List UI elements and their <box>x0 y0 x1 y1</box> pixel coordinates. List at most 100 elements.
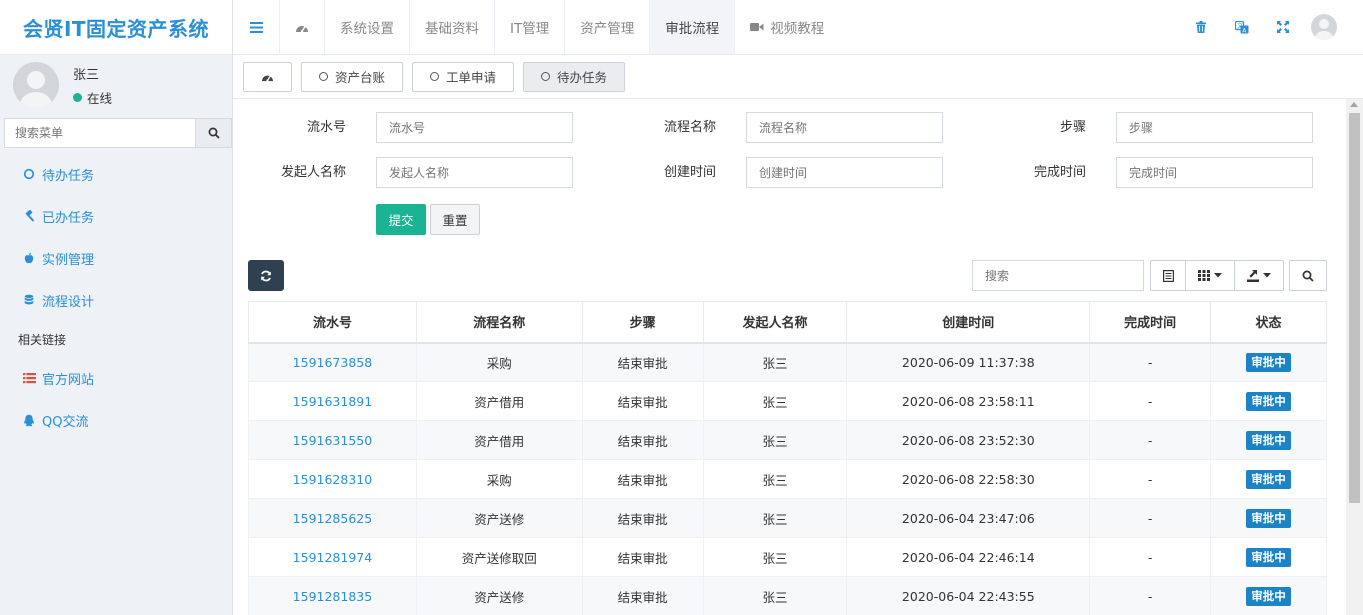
todo-table: 流水号 流程名称 步骤 发起人名称 创建时间 完成时间 状态 159167385… <box>248 301 1327 615</box>
sidebar: 会贤IT固定资产系统 张三 在线 待办任务 已办任务 实例管理 <box>0 0 233 615</box>
step-input[interactable] <box>1116 112 1313 143</box>
search-icon <box>208 127 220 139</box>
cell-initiator: 张三 <box>702 459 848 499</box>
table-row[interactable]: 1591631550 资产借用 结束审批 张三 2020-06-08 23:52… <box>248 420 1327 460</box>
cell-status: 审批中 <box>1210 342 1327 382</box>
cell-serial[interactable]: 1591631891 <box>248 381 417 421</box>
scroll-up-arrow-icon[interactable] <box>1350 102 1358 107</box>
header-user-avatar[interactable] <box>1311 14 1337 40</box>
sidebar-item-label: 实例管理 <box>42 252 95 268</box>
list-view-icon <box>1162 269 1174 282</box>
cell-finished: - <box>1089 342 1212 382</box>
sidebar-search-button[interactable] <box>195 118 232 148</box>
cell-status: 审批中 <box>1210 576 1327 615</box>
columns-button[interactable] <box>1186 261 1235 290</box>
sidebar-item-label: 流程设计 <box>42 294 95 310</box>
column-header-finished[interactable]: 完成时间 <box>1089 301 1212 344</box>
export-button[interactable] <box>1235 261 1283 290</box>
status-badge: 审批中 <box>1246 352 1291 372</box>
sidebar-item-label: 待办任务 <box>42 168 95 184</box>
cell-status: 审批中 <box>1210 420 1327 460</box>
field-label-finished: 完成时间 <box>1033 165 1086 180</box>
finished-time-input[interactable] <box>1116 157 1313 188</box>
table-row[interactable]: 1591628310 采购 结束审批 张三 2020-06-08 22:58:3… <box>248 459 1327 499</box>
table-row[interactable]: 1591281835 资产送修 结束审批 张三 2020-06-04 22:43… <box>248 576 1327 615</box>
table-tools <box>1150 260 1284 291</box>
cell-serial[interactable]: 1591285625 <box>248 498 417 538</box>
flow-name-input[interactable] <box>746 112 943 143</box>
table-search-input[interactable] <box>972 260 1144 291</box>
cell-serial[interactable]: 1591673858 <box>248 342 417 382</box>
cell-finished: - <box>1089 498 1212 538</box>
page-tabs: 资产台账 工单申请 待办任务 <box>233 55 1363 99</box>
header-nav-system-settings[interactable]: 系统设置 <box>324 0 409 54</box>
sidebar-link-official-site[interactable]: 官方网站 <box>0 357 232 399</box>
database-icon <box>22 293 36 307</box>
tab-todo-tasks[interactable]: 待办任务 <box>523 61 626 92</box>
column-header-initiator[interactable]: 发起人名称 <box>702 301 848 344</box>
column-header-flow-name[interactable]: 流程名称 <box>415 301 583 344</box>
table-row[interactable]: 1591673858 采购 结束审批 张三 2020-06-09 11:37:3… <box>248 342 1327 382</box>
advanced-search-button[interactable] <box>1289 260 1327 291</box>
language-button[interactable]: 文A <box>1221 20 1262 34</box>
clear-cache-button[interactable] <box>1180 21 1221 33</box>
initiator-input[interactable] <box>376 157 573 188</box>
submit-button[interactable]: 提交 <box>376 204 426 235</box>
table-row[interactable]: 1591281974 资产送修取回 结束审批 张三 2020-06-04 22:… <box>248 537 1327 577</box>
circle-outline-icon <box>319 72 328 81</box>
cell-finished: - <box>1089 381 1212 421</box>
cell-serial[interactable]: 1591281835 <box>248 576 417 615</box>
dashboard-icon <box>296 25 308 33</box>
sidebar-link-qq[interactable]: QQ交流 <box>0 399 232 441</box>
cell-initiator: 张三 <box>702 498 848 538</box>
tab-work-order[interactable]: 工单申请 <box>412 61 515 92</box>
column-header-step[interactable]: 步骤 <box>581 301 704 344</box>
column-header-status[interactable]: 状态 <box>1210 301 1327 344</box>
toggle-view-button[interactable] <box>1151 261 1186 290</box>
sidebar-link-label: QQ交流 <box>42 414 89 430</box>
tab-asset-ledger[interactable]: 资产台账 <box>301 61 404 92</box>
header-nav-video-tutorial[interactable]: 视频教程 <box>734 0 839 54</box>
header-nav-it-management[interactable]: IT管理 <box>494 0 564 54</box>
header-nav-label: 视频教程 <box>770 21 825 37</box>
created-time-input[interactable] <box>746 157 943 188</box>
header-nav-asset-management[interactable]: 资产管理 <box>564 0 649 54</box>
cell-step: 结束审批 <box>581 381 704 421</box>
column-header-created[interactable]: 创建时间 <box>846 301 1091 344</box>
table-row[interactable]: 1591285625 资产送修 结束审批 张三 2020-06-04 23:47… <box>248 498 1327 538</box>
header-nav-approval-flow[interactable]: 审批流程 <box>649 0 735 54</box>
serial-input[interactable] <box>376 112 573 143</box>
fullscreen-button[interactable] <box>1262 21 1303 33</box>
cell-step: 结束审批 <box>581 576 704 615</box>
user-info: 张三 在线 <box>73 64 112 107</box>
sidebar-item-design[interactable]: 流程设计 <box>0 279 232 321</box>
field-label-step: 步骤 <box>1059 120 1086 135</box>
top-header: 系统设置 基础资料 IT管理 资产管理 审批流程 视频教程 文A <box>233 0 1363 55</box>
user-status: 在线 <box>73 88 112 107</box>
refresh-button[interactable] <box>248 260 284 291</box>
tab-dashboard[interactable] <box>243 61 292 92</box>
cell-initiator: 张三 <box>702 576 848 615</box>
content-scrollbar[interactable] <box>1346 99 1363 615</box>
trash-icon <box>1195 21 1206 33</box>
cell-serial[interactable]: 1591628310 <box>248 459 417 499</box>
sidebar-search <box>4 118 232 148</box>
cell-created: 2020-06-04 23:47:06 <box>846 498 1091 538</box>
menu-toggle-button[interactable] <box>233 0 279 54</box>
hamburger-icon <box>249 21 263 33</box>
tab-label: 工单申请 <box>446 70 497 85</box>
export-icon <box>1247 269 1259 282</box>
table-row[interactable]: 1591631891 资产借用 结束审批 张三 2020-06-08 23:58… <box>248 381 1327 421</box>
sidebar-search-input[interactable] <box>4 118 195 148</box>
scroll-thumb[interactable] <box>1349 113 1360 503</box>
sidebar-item-todo[interactable]: 待办任务 <box>0 153 232 195</box>
cell-serial[interactable]: 1591631550 <box>248 420 417 460</box>
reset-button[interactable]: 重置 <box>430 204 480 235</box>
sidebar-item-done[interactable]: 已办任务 <box>0 195 232 237</box>
header-nav-basic-data[interactable]: 基础资料 <box>409 0 494 54</box>
sidebar-item-instances[interactable]: 实例管理 <box>0 237 232 279</box>
header-nav-dashboard[interactable] <box>279 0 324 54</box>
column-header-serial[interactable]: 流水号 <box>248 301 417 344</box>
cell-serial[interactable]: 1591281974 <box>248 537 417 577</box>
app-logo[interactable]: 会贤IT固定资产系统 <box>0 0 232 55</box>
